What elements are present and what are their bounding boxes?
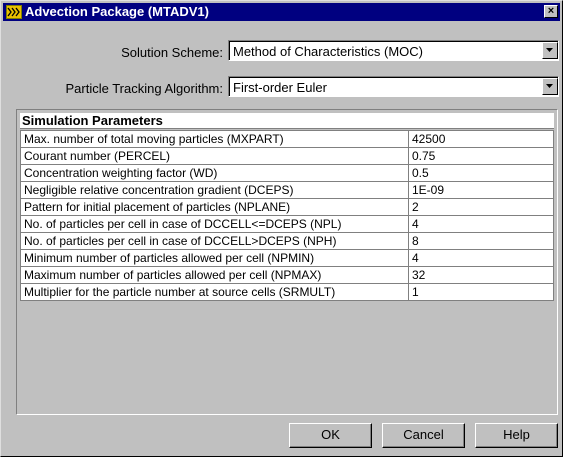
table-row[interactable]: Courant number (PERCEL) 0.75 [20, 147, 554, 165]
table-row[interactable]: Maximum number of particles allowed per … [20, 266, 554, 284]
parameter-value-cell[interactable]: 4 [408, 215, 554, 233]
title-bar[interactable]: Advection Package (MTADV1) × [3, 3, 560, 21]
parameter-label: Max. number of total moving particles (M… [20, 130, 409, 148]
parameter-value-cell[interactable]: 0.5 [408, 164, 554, 182]
solution-scheme-value: Method of Characteristics (MOC) [233, 44, 423, 59]
close-icon: × [547, 5, 555, 17]
app-icon [6, 5, 22, 19]
parameter-value-cell[interactable]: 0.75 [408, 147, 554, 165]
table-row[interactable]: Pattern for initial placement of particl… [20, 198, 554, 216]
parameter-label: Minimum number of particles allowed per … [20, 249, 409, 267]
solution-scheme-select[interactable]: Method of Characteristics (MOC) [228, 40, 559, 61]
combo-field: First-order Euler [229, 77, 558, 96]
particle-tracking-dropdown-button[interactable] [542, 78, 558, 95]
particle-tracking-label: Particle Tracking Algorithm: [65, 81, 223, 96]
parameter-value-cell[interactable]: 32 [408, 266, 554, 284]
parameter-value-cell[interactable]: 1 [408, 283, 554, 301]
dialog-window: Advection Package (MTADV1) × Solution Sc… [0, 0, 563, 457]
parameter-label: No. of particles per cell in case of DCC… [20, 232, 409, 250]
parameter-label: Maximum number of particles allowed per … [20, 266, 409, 284]
grid-header: Simulation Parameters [20, 113, 554, 129]
particle-tracking-select[interactable]: First-order Euler [228, 76, 559, 97]
parameter-value-cell[interactable]: 4 [408, 249, 554, 267]
table-row[interactable]: Minimum number of particles allowed per … [20, 249, 554, 267]
parameter-value-cell[interactable]: 1E-09 [408, 181, 554, 199]
ok-button[interactable]: OK [289, 423, 372, 448]
help-button[interactable]: Help [475, 423, 558, 448]
parameter-value-cell[interactable]: 42500 [408, 130, 554, 148]
parameter-label: Concentration weighting factor (WD) [20, 164, 409, 182]
parameters-table: Max. number of total moving particles (M… [20, 130, 554, 301]
parameter-label: Courant number (PERCEL) [20, 147, 409, 165]
parameter-label: Pattern for initial placement of particl… [20, 198, 409, 216]
solution-scheme-label: Solution Scheme: [121, 45, 223, 60]
table-row[interactable]: Negligible relative concentration gradie… [20, 181, 554, 199]
parameter-value-cell[interactable]: 2 [408, 198, 554, 216]
particle-tracking-value: First-order Euler [233, 80, 327, 95]
solution-scheme-dropdown-button[interactable] [542, 42, 558, 59]
close-button[interactable]: × [544, 5, 558, 18]
combo-field: Method of Characteristics (MOC) [229, 41, 558, 60]
parameter-label: Negligible relative concentration gradie… [20, 181, 409, 199]
table-row[interactable]: Concentration weighting factor (WD) 0.5 [20, 164, 554, 182]
table-row[interactable]: Multiplier for the particle number at so… [20, 283, 554, 301]
parameter-label: No. of particles per cell in case of DCC… [20, 215, 409, 233]
chevron-down-icon [546, 84, 553, 88]
table-row[interactable]: Max. number of total moving particles (M… [20, 130, 554, 148]
table-row[interactable]: No. of particles per cell in case of DCC… [20, 232, 554, 250]
parameter-value-cell[interactable]: 8 [408, 232, 554, 250]
window-title: Advection Package (MTADV1) [25, 4, 209, 19]
table-row[interactable]: No. of particles per cell in case of DCC… [20, 215, 554, 233]
simulation-parameters-grid: Simulation Parameters Max. number of tot… [16, 109, 558, 415]
cancel-button[interactable]: Cancel [382, 423, 465, 448]
parameter-label: Multiplier for the particle number at so… [20, 283, 409, 301]
chevron-down-icon [546, 48, 553, 52]
